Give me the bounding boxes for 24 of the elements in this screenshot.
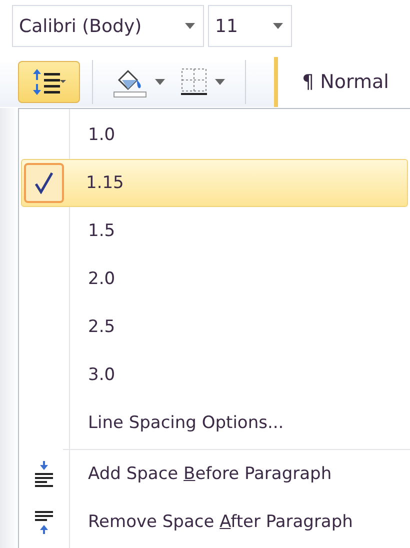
line-spacing-icon — [32, 68, 66, 96]
caret-icon — [155, 79, 165, 85]
spacing-option[interactable]: 1.0 — [21, 111, 408, 159]
borders-icon — [181, 68, 207, 96]
spacing-option[interactable]: 2.0 — [21, 255, 408, 303]
line-spacing-options-item[interactable]: Line Spacing Options... — [21, 399, 408, 447]
caret-icon — [185, 23, 195, 29]
space-after-icon — [33, 509, 55, 535]
space-before-icon — [33, 461, 55, 487]
normal-style-button[interactable]: ¶ Normal — [274, 57, 410, 107]
caret-icon — [273, 23, 283, 29]
font-name: Calibri (Body) — [19, 16, 142, 36]
spacing-option[interactable]: 3.0 — [21, 351, 408, 399]
spacing-option[interactable]: 1.5 — [21, 207, 408, 255]
spacing-option[interactable]: 2.5 — [21, 303, 408, 351]
spacing-option[interactable]: 1.15 — [21, 159, 408, 207]
font-size-field[interactable]: 11 — [208, 5, 292, 47]
check-icon — [34, 172, 54, 194]
caret-icon — [215, 79, 225, 85]
font-size: 11 — [215, 16, 238, 36]
add-space-before-item[interactable]: Add Space Before Paragraph — [21, 450, 408, 498]
line-spacing-button[interactable] — [18, 61, 80, 103]
remove-space-after-item[interactable]: Remove Space After Paragraph — [21, 498, 408, 546]
font-field[interactable]: Calibri (Body) — [12, 5, 204, 47]
